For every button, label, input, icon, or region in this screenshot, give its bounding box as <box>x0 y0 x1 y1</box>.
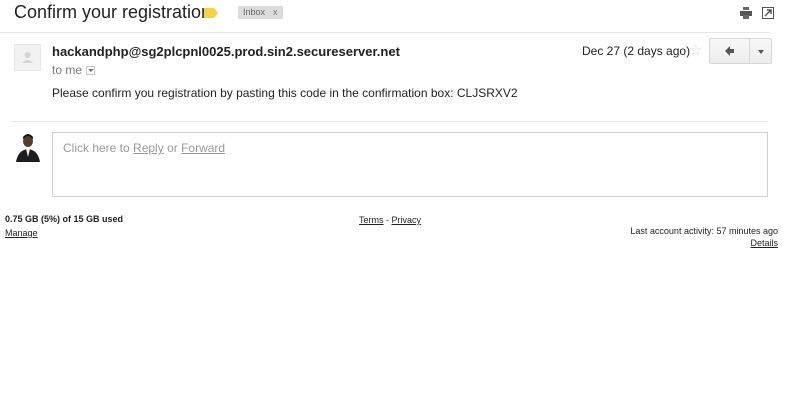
reply-or-text: or <box>167 141 178 155</box>
user-avatar <box>14 132 42 162</box>
inbox-label-chip[interactable]: Inbox x <box>238 6 283 19</box>
new-window-icon[interactable] <box>762 7 774 19</box>
inbox-label-text: Inbox <box>243 7 266 17</box>
account-activity: Last account activity: 57 minutes ago <box>630 226 778 236</box>
default-person-icon <box>22 52 33 63</box>
recipient-line: to me <box>52 63 96 77</box>
manage-link[interactable]: Manage <box>5 228 38 238</box>
star-icon[interactable]: ☆ <box>689 41 702 59</box>
more-actions-button[interactable] <box>749 38 772 64</box>
forward-link[interactable]: Forward <box>181 141 225 155</box>
message-date: Dec 27 (2 days ago) <box>582 44 691 58</box>
footer-links: Terms - Privacy <box>359 215 421 225</box>
message-divider <box>12 121 768 122</box>
recipient-text: to me <box>52 63 83 77</box>
reply-box[interactable]: Click here to Reply or Forward <box>52 132 768 197</box>
header-divider <box>0 32 770 33</box>
print-icon[interactable] <box>740 7 752 19</box>
sender-avatar <box>14 44 41 71</box>
reply-button[interactable] <box>709 38 750 64</box>
details-link[interactable]: Details <box>750 238 778 248</box>
remove-label-icon[interactable]: x <box>273 7 278 17</box>
reply-link[interactable]: Reply <box>133 141 164 155</box>
privacy-link[interactable]: Privacy <box>392 215 422 225</box>
label-tag-icon[interactable] <box>204 8 218 18</box>
message-body: Please confirm you registration by pasti… <box>52 86 518 100</box>
recipient-details-dropdown-icon[interactable] <box>86 66 96 75</box>
reply-arrow-icon <box>725 46 734 56</box>
email-subject: Confirm your registration <box>14 2 212 22</box>
sender-address[interactable]: hackandphp@sg2plcpnl0025.prod.sin2.secur… <box>52 44 400 59</box>
storage-quota: 0.75 GB (5%) of 15 GB used <box>5 214 124 224</box>
footer-separator: - <box>386 215 390 225</box>
terms-link[interactable]: Terms <box>359 215 384 225</box>
reply-prompt-text: Click here to <box>63 141 130 155</box>
